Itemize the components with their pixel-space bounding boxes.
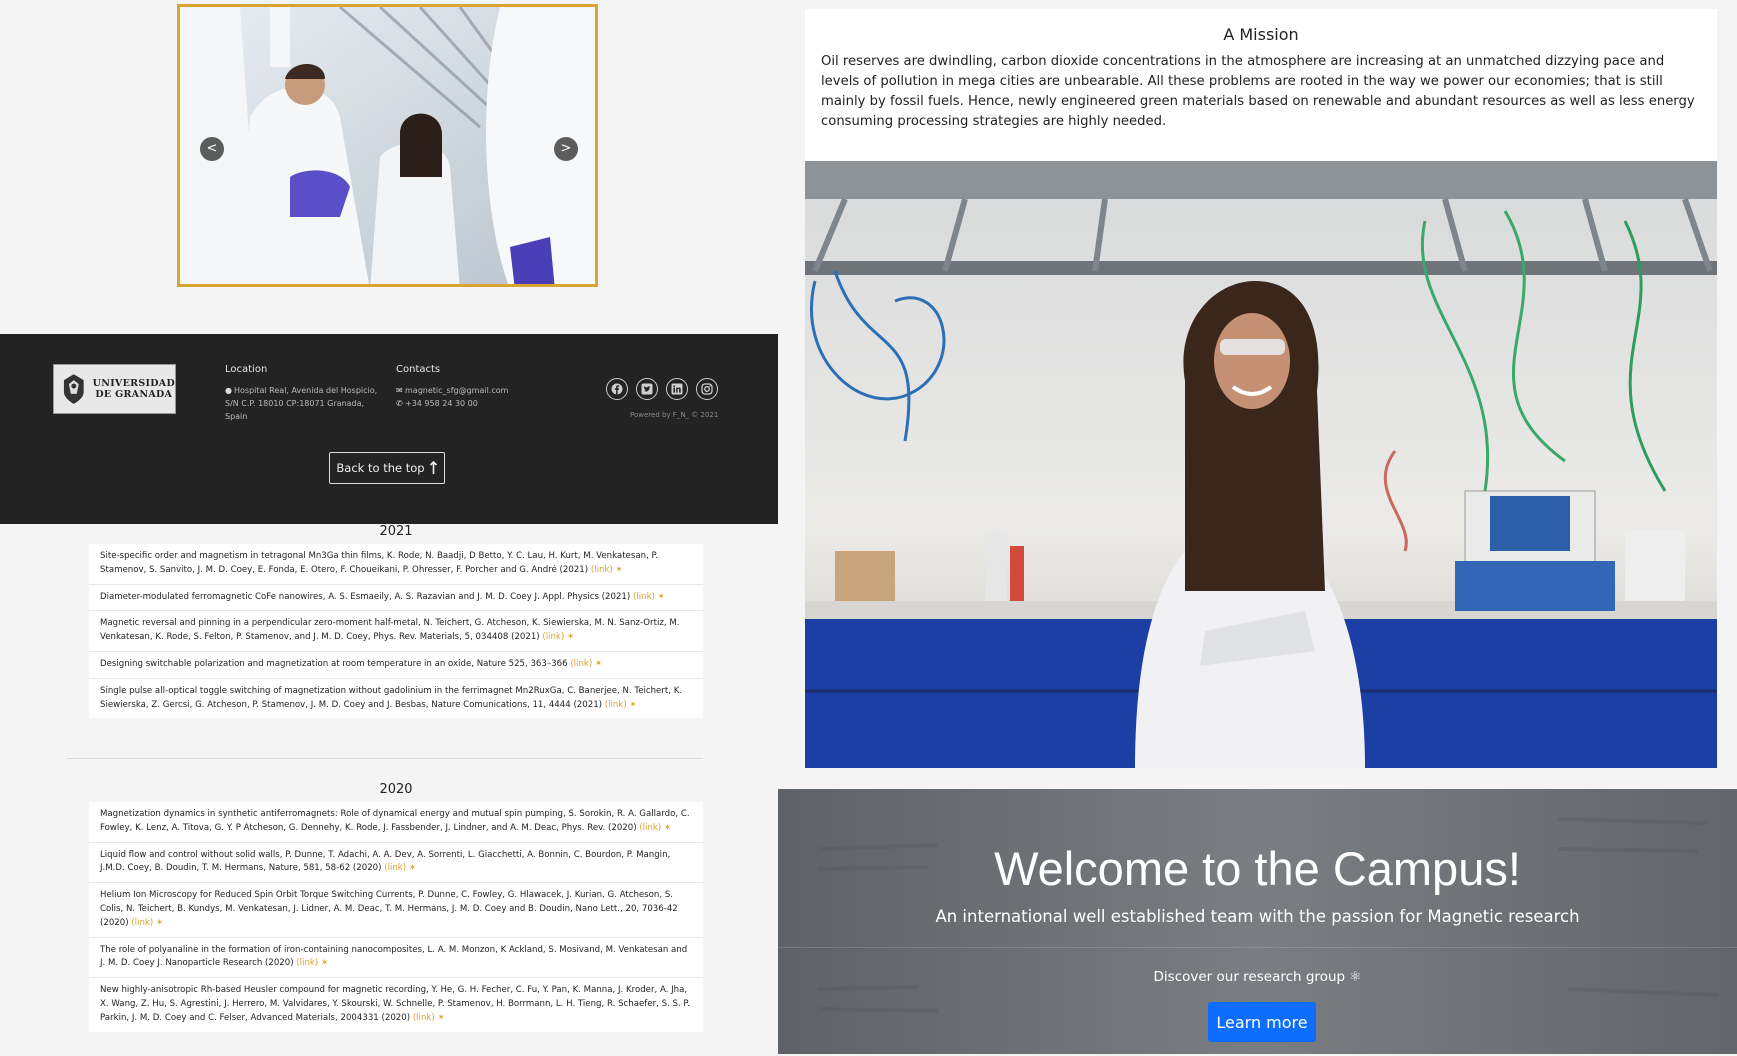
email-contact[interactable]: ✉ magnetic_sfg@gmail.com [396,384,546,397]
social-links [606,378,718,400]
publication-item: Diameter-modulated ferromagnetic CoFe na… [89,585,703,612]
linkedin-icon [671,383,683,395]
publication-link[interactable]: (link) ✶ [633,592,665,602]
star-icon: ✶ [437,1012,445,1023]
map-marker-icon: ● [225,386,232,395]
university-logo[interactable]: UNIVERSIDAD DE GRANADA [53,364,176,414]
image-carousel: < > [177,4,598,287]
star-icon: ✶ [567,632,575,643]
publication-item: Designing switchable polarization and ma… [89,652,703,679]
publication-text: Diameter-modulated ferromagnetic CoFe na… [100,591,631,602]
star-icon: ✶ [594,658,603,669]
mission-title: A Mission [1223,25,1299,44]
publication-text: New highly-anisotropic Rh-based Heusler … [100,985,690,1023]
publication-item: New highly-anisotropic Rh-based Heusler … [89,978,703,1031]
twitter-icon [641,383,653,395]
phone-contact[interactable]: ✆ +34 958 24 30 00 [396,397,546,410]
star-icon: ✶ [155,917,164,928]
back-to-top-button[interactable]: Back to the top [329,452,445,484]
publication-link[interactable]: (link) ✶ [605,700,637,710]
university-name-line2: DE GRANADA [95,389,173,400]
star-icon: ✶ [629,699,637,710]
star-icon: ✶ [663,822,672,833]
publication-text: Single pulse all-optical toggle switchin… [100,685,683,710]
publication-text: Site-specific order and magnetism in tet… [100,551,659,575]
publication-link[interactable]: (link) ✶ [296,958,328,968]
section-divider [67,758,703,759]
publication-text: Designing switchable polarization and ma… [100,658,568,669]
publication-item: Magnetic reversal and pinning in a perpe… [89,611,703,652]
atom-icon: ⚛ [1349,969,1362,985]
publication-link[interactable]: (link) ✶ [639,823,671,833]
learn-more-button[interactable]: Learn more [1208,1002,1316,1042]
linkedin-link[interactable] [666,378,688,400]
publication-link[interactable]: (link) ✶ [413,1013,445,1023]
publication-list-2020: Magnetization dynamics in synthetic anti… [89,802,703,1032]
publication-link[interactable]: (link) ✶ [591,565,623,575]
publication-link[interactable]: (link) ✶ [542,632,574,642]
welcome-hero: Welcome to the Campus! An international … [778,789,1737,1054]
mission-text: Oil reserves are dwindling, carbon dioxi… [821,54,1695,129]
star-icon: ✶ [320,958,329,969]
year-heading: 2021 [379,524,413,539]
contacts-block: ✉ magnetic_sfg@gmail.com ✆ +34 958 24 30 0… [396,384,546,410]
publication-list-2021: Site-specific order and magnetism in tet… [89,544,703,719]
address-line2: S/N C.P. 18010 CP:18071 Granada, [225,399,365,408]
publication-text: Magnetization dynamics in synthetic anti… [100,809,690,833]
back-to-top-label: Back to the top [336,461,425,475]
mission-card: A Mission Oil reserves are dwindling, ca… [805,9,1717,161]
discover-label: Discover our research group [1153,969,1346,985]
facebook-link[interactable] [606,378,628,400]
publication-item: Site-specific order and magnetism in tet… [89,544,703,585]
researcher-in-lab-photo [805,161,1717,768]
arrow-up-icon [429,461,437,474]
star-icon: ✶ [657,591,665,602]
twitter-link[interactable] [636,378,658,400]
carousel-prev-button[interactable]: < [200,137,224,161]
publication-text: The role of polyanaline in the formation… [100,944,688,969]
team-in-lab-photo [180,7,595,284]
facebook-icon [611,383,623,395]
publication-link[interactable]: (link) ✶ [131,918,163,928]
phone-icon: ✆ [396,399,403,408]
carousel-next-button[interactable]: > [554,137,578,161]
welcome-subtitle: An international well established team w… [935,907,1580,926]
lab-photo-illustration [805,161,1717,768]
powered-by-text: Powered by F_N_ © 2021 [630,411,719,419]
publication-item: Magnetization dynamics in synthetic anti… [89,802,703,843]
address-line3: Spain [225,412,248,421]
welcome-title: Welcome to the Campus! [994,842,1521,895]
publication-item: Liquid flow and control without solid wa… [89,843,703,884]
site-footer: UNIVERSIDAD DE GRANADA Location ● Hospita… [0,334,778,524]
university-name-line1: UNIVERSIDAD [92,378,175,389]
divider-line [778,947,1737,948]
publication-link[interactable]: (link) ✶ [384,863,416,873]
publication-item: Single pulse all-optical toggle switchin… [89,679,703,719]
instagram-link[interactable] [696,378,718,400]
year-heading: 2020 [379,782,413,797]
location-heading: Location [225,364,268,375]
star-icon: ✶ [615,564,623,575]
address-line1: Hospital Real, Avenida del Hospicio, [234,386,378,395]
phone-text: +34 958 24 30 00 [405,399,478,408]
crest-icon [63,374,84,404]
discover-text: Discover our research group ⚛ [778,969,1737,985]
star-icon: ✶ [408,863,417,874]
publication-item: The role of polyanaline in the formation… [89,938,703,979]
instagram-icon [701,383,713,395]
publication-text: Helium Ion Microscopy for Reduced Spin O… [100,890,678,928]
publication-text: Magnetic reversal and pinning in a perpe… [100,618,680,643]
envelope-icon: ✉ [396,386,403,395]
email-text: magnetic_sfg@gmail.com [405,386,509,395]
contacts-heading: Contacts [396,364,441,375]
publication-link[interactable]: (link) ✶ [570,659,602,669]
publication-item: Helium Ion Microscopy for Reduced Spin O… [89,883,703,938]
location-address: ● Hospital Real, Avenida del Hospicio, S/… [225,384,385,423]
